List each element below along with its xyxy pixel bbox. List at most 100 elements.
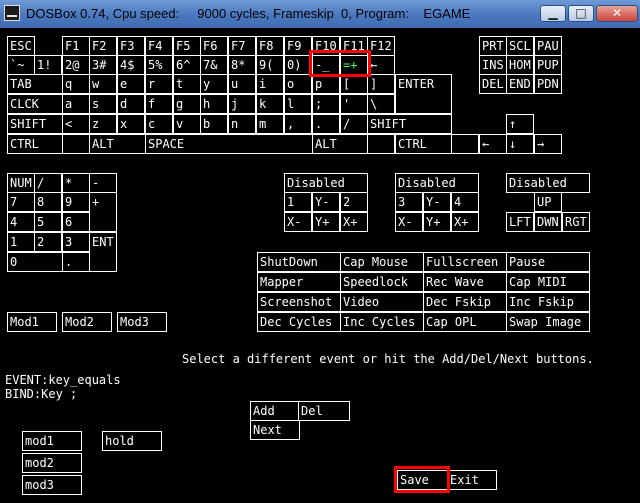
key-equals[interactable]: =+ — [340, 55, 368, 75]
key-p[interactable]: p — [312, 74, 340, 94]
key-k[interactable]: k — [256, 94, 284, 114]
key-6[interactable]: 6^ — [173, 55, 201, 75]
key-x[interactable]: x — [117, 114, 145, 134]
key-kp-enter[interactable]: ENT — [89, 232, 117, 272]
key-o[interactable]: o — [284, 74, 312, 94]
key-e[interactable]: e — [117, 74, 145, 94]
handler-pause[interactable]: Pause — [506, 252, 590, 272]
key-t[interactable]: t — [173, 74, 201, 94]
hat-status[interactable]: Disabled — [506, 173, 590, 193]
key-lalt[interactable]: ALT — [89, 134, 146, 154]
key-kp-5[interactable]: 5 — [34, 212, 62, 232]
key-rwin[interactable] — [367, 134, 395, 154]
key-f[interactable]: f — [145, 94, 173, 114]
key-home[interactable]: HOM — [506, 55, 534, 75]
handler-swap-image[interactable]: Swap Image — [506, 312, 590, 332]
key-f4[interactable]: F4 — [145, 36, 173, 56]
joy2-button-4[interactable]: 4 — [451, 192, 479, 212]
handler-shutdown[interactable]: ShutDown — [257, 252, 341, 272]
minimize-button[interactable]: ▁ — [540, 5, 566, 22]
key-lwin[interactable] — [62, 134, 90, 154]
key-f10[interactable]: F10 — [312, 36, 340, 56]
key-period[interactable]: . — [312, 114, 340, 134]
key-kp-9[interactable]: 9 — [62, 192, 90, 212]
joy1-x-minus[interactable]: X- — [284, 212, 312, 232]
bind-mod3-checkbox[interactable]: mod3 — [22, 475, 82, 495]
key-f3[interactable]: F3 — [117, 36, 145, 56]
key-backslash[interactable]: \ — [367, 94, 395, 114]
bind-mod2-checkbox[interactable]: mod2 — [22, 453, 82, 473]
key-menu[interactable] — [451, 134, 479, 154]
handler-video[interactable]: Video — [340, 292, 424, 312]
key-n[interactable]: n — [228, 114, 256, 134]
key-r[interactable]: r — [145, 74, 173, 94]
key-f11[interactable]: F11 — [340, 36, 368, 56]
down-arrow-key[interactable]: ↓ — [506, 134, 534, 154]
key-enter[interactable]: ENTER — [395, 74, 452, 114]
joy1-x-plus[interactable]: X+ — [340, 212, 368, 232]
key-f2[interactable]: F2 — [89, 36, 117, 56]
handler-dec-cycles[interactable]: Dec Cycles — [257, 312, 341, 332]
key-a[interactable]: a — [62, 94, 90, 114]
key-f8[interactable]: F8 — [256, 36, 284, 56]
key-rbracket[interactable]: ] — [367, 74, 395, 94]
up-arrow-key[interactable]: ↑ — [506, 114, 534, 134]
key-kp-7[interactable]: 7 — [7, 192, 35, 212]
key-rctrl[interactable]: CTRL — [395, 134, 452, 154]
joy1-y-minus[interactable]: Y- — [312, 192, 340, 212]
joystick2-status[interactable]: Disabled — [395, 173, 479, 193]
joy1-y-plus[interactable]: Y+ — [312, 212, 340, 232]
key-minus[interactable]: -_ — [312, 55, 340, 75]
key-slash[interactable]: / — [340, 114, 368, 134]
key-kp-8[interactable]: 8 — [34, 192, 62, 212]
handler-fullscreen[interactable]: Fullscreen — [423, 252, 507, 272]
left-arrow-key[interactable]: ← — [479, 134, 507, 154]
key-v[interactable]: v — [173, 114, 201, 134]
key-insert[interactable]: INS — [479, 55, 507, 75]
key-8[interactable]: 8* — [228, 55, 256, 75]
maximize-button[interactable]: □ — [568, 5, 594, 22]
handler-inc-cycles[interactable]: Inc Cycles — [340, 312, 424, 332]
dosbox-app-icon[interactable] — [4, 5, 20, 21]
key-z[interactable]: z — [89, 114, 117, 134]
joy2-y-minus[interactable]: Y- — [423, 192, 451, 212]
key-kp-1[interactable]: 1 — [7, 232, 35, 252]
key-esc[interactable]: ESC — [7, 36, 35, 56]
key-c[interactable]: c — [145, 114, 173, 134]
key-y[interactable]: y — [200, 74, 228, 94]
key-pagedown[interactable]: PDN — [534, 74, 562, 94]
key-comma[interactable]: , — [284, 114, 312, 134]
right-arrow-key[interactable]: → — [534, 134, 562, 154]
mod3-button[interactable]: Mod3 — [117, 312, 167, 332]
joy1-button-2[interactable]: 2 — [340, 192, 368, 212]
key-tab[interactable]: TAB — [7, 74, 63, 94]
key-pageup[interactable]: PUP — [534, 55, 562, 75]
key-kp-4[interactable]: 4 — [7, 212, 35, 232]
close-button[interactable]: ✕ — [596, 5, 638, 22]
key-capslock[interactable]: CLCK — [7, 94, 63, 114]
handler-cap-opl[interactable]: Cap OPL — [423, 312, 507, 332]
handler-rec-wave[interactable]: Rec Wave — [423, 272, 507, 292]
key-print[interactable]: PRT — [479, 36, 507, 56]
key-d[interactable]: d — [117, 94, 145, 114]
hat-left[interactable]: LFT — [506, 212, 534, 232]
exit-button[interactable]: Exit — [447, 470, 497, 490]
bind-mod1-checkbox[interactable]: mod1 — [22, 431, 82, 451]
hat-up[interactable]: UP — [534, 192, 562, 212]
handler-screenshot[interactable]: Screenshot — [257, 292, 341, 312]
key-f12[interactable]: F12 — [367, 36, 395, 56]
handler-speedlock[interactable]: Speedlock — [340, 272, 424, 292]
joy1-button-1[interactable]: 1 — [284, 192, 312, 212]
key-f5[interactable]: F5 — [173, 36, 201, 56]
key-kp-period[interactable]: . — [62, 252, 90, 272]
save-button[interactable]: Save — [397, 470, 449, 490]
key-lbracket[interactable]: [ — [340, 74, 368, 94]
joy2-y-plus[interactable]: Y+ — [423, 212, 451, 232]
del-button[interactable]: Del — [298, 401, 350, 421]
handler-cap-midi[interactable]: Cap MIDI — [506, 272, 590, 292]
bind-hold-checkbox[interactable]: hold — [102, 431, 162, 451]
handler-mapper[interactable]: Mapper — [257, 272, 341, 292]
key-semicolon[interactable]: ; — [312, 94, 340, 114]
key-pause[interactable]: PAU — [534, 36, 562, 56]
joy2-x-minus[interactable]: X- — [395, 212, 423, 232]
